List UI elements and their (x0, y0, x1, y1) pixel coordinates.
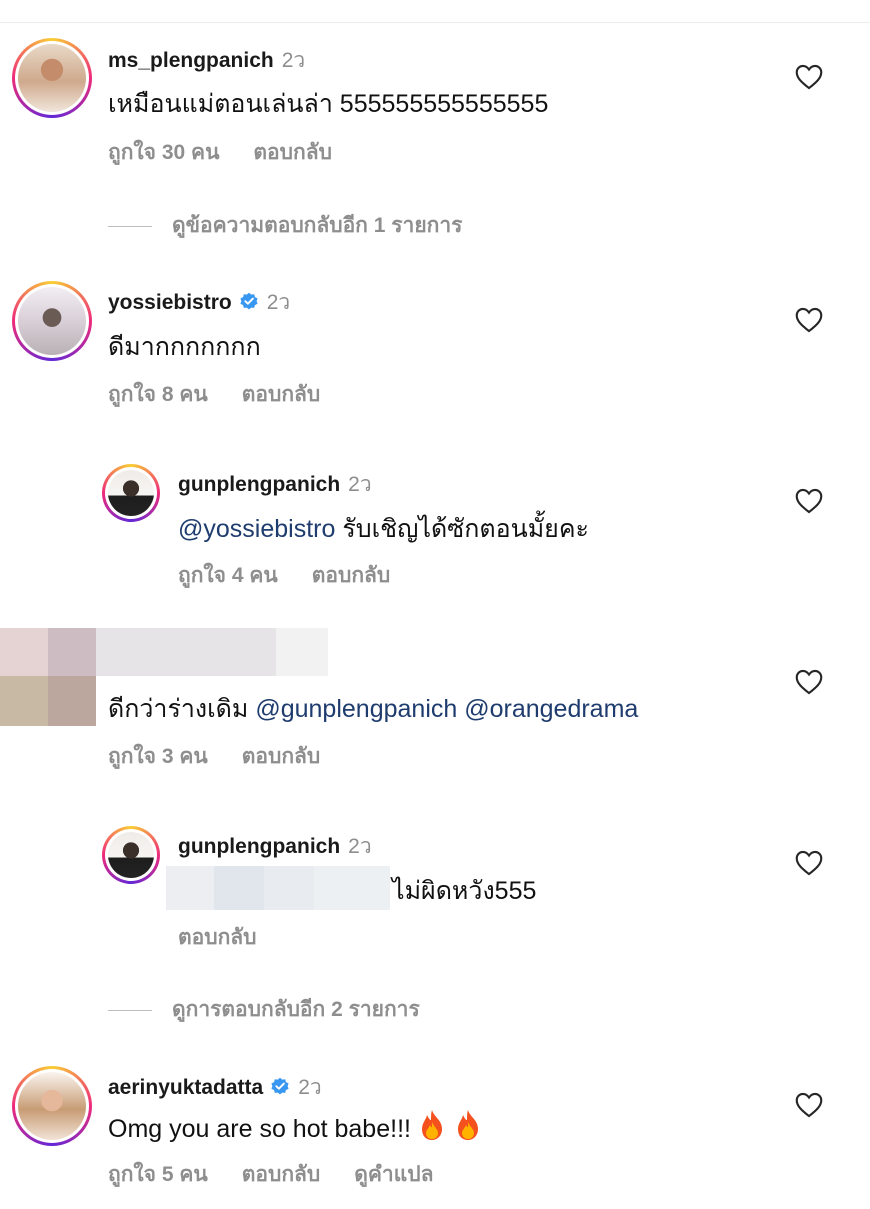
comment-text: เหมือนแม่ตอนเล่นล่า 555555555555555 (108, 90, 549, 118)
reply-button[interactable]: ตอบกลับ (312, 564, 391, 587)
comment-meta: ถูกใจ 3 คน ตอบกลับ (108, 740, 320, 773)
heart-outline-icon[interactable] (795, 307, 823, 333)
fire-emoji-icon (421, 1110, 442, 1140)
like-count[interactable]: ถูกใจ 30 คน (108, 141, 219, 164)
heart-outline-icon[interactable] (795, 850, 823, 876)
comment-username[interactable]: aerinyuktadatta 2ว (108, 1071, 322, 1104)
comment-time: 2ว (266, 291, 291, 314)
top-divider (0, 22, 870, 23)
like-count[interactable]: ถูกใจ 8 คน (108, 383, 208, 406)
view-more-replies[interactable]: ดูการตอบกลับอีก 2 รายการ (108, 993, 420, 1026)
reply-text: ไม่ผิดหวัง555 (392, 877, 537, 905)
comment-text: Omg you are so hot babe!!! (108, 1108, 483, 1144)
reply-text: @yossiebistro รับเชิญได้ซักตอนมั้ยคะ (178, 515, 589, 543)
blurred-mention (166, 866, 390, 910)
like-count[interactable]: ถูกใจ 5 คน (108, 1163, 208, 1186)
comment-meta: ถูกใจ 8 คน ตอบกลับ (108, 378, 320, 411)
reply-meta: ถูกใจ 4 คน ตอบกลับ (178, 559, 390, 592)
avatar-gunplengpanich[interactable] (102, 826, 160, 884)
comment-time: 2ว (281, 49, 306, 72)
heart-outline-icon[interactable] (795, 488, 823, 514)
reply-time: 2ว (348, 473, 372, 496)
verified-badge-icon (240, 292, 258, 310)
comment-text: ดีมากกกกกกก (108, 333, 261, 361)
view-more-replies[interactable]: ดูข้อความตอบกลับอีก 1 รายการ (108, 209, 462, 242)
comment-time: 2ว (298, 1076, 322, 1099)
avatar-ms-plengpanich[interactable] (12, 38, 92, 118)
see-translation-button[interactable]: ดูคำแปล (354, 1163, 433, 1186)
heart-outline-icon[interactable] (795, 64, 823, 90)
comment-meta: ถูกใจ 30 คน ตอบกลับ (108, 136, 332, 169)
mention-link[interactable]: @gunplengpanich (255, 695, 457, 723)
comment-username[interactable]: ms_plengpanich 2ว (108, 44, 305, 77)
heart-outline-icon[interactable] (795, 669, 823, 695)
heart-outline-icon[interactable] (795, 1092, 823, 1118)
mention-link[interactable]: @orangedrama (464, 695, 638, 723)
comment-meta: ถูกใจ 5 คน ตอบกลับ ดูคำแปล (108, 1158, 433, 1191)
fire-emoji-icon (457, 1110, 478, 1140)
reply-button[interactable]: ตอบกลับ (253, 141, 332, 164)
comment-text: ดีกว่าร่างเดิม @gunplengpanich @orangedr… (108, 695, 639, 723)
avatar-yossiebistro[interactable] (12, 281, 92, 361)
comment-username[interactable]: yossiebistro 2ว (108, 286, 290, 319)
verified-badge-icon (271, 1077, 289, 1095)
mention-link[interactable]: @yossiebistro (178, 515, 335, 543)
reply-username[interactable]: gunplengpanich 2ว (178, 468, 372, 501)
reply-button[interactable]: ตอบกลับ (242, 1163, 321, 1186)
reply-button[interactable]: ตอบกลับ (242, 745, 321, 768)
reply-username[interactable]: gunplengpanich 2ว (178, 830, 372, 863)
reply-button[interactable]: ตอบกลับ (242, 383, 321, 406)
avatar-aerinyuktadatta[interactable] (12, 1066, 92, 1146)
reply-meta: ตอบกลับ (178, 921, 257, 954)
avatar-gunplengpanich[interactable] (102, 464, 160, 522)
reply-button[interactable]: ตอบกลับ (178, 926, 257, 949)
like-count[interactable]: ถูกใจ 4 คน (178, 564, 278, 587)
like-count[interactable]: ถูกใจ 3 คน (108, 745, 208, 768)
reply-time: 2ว (348, 835, 372, 858)
